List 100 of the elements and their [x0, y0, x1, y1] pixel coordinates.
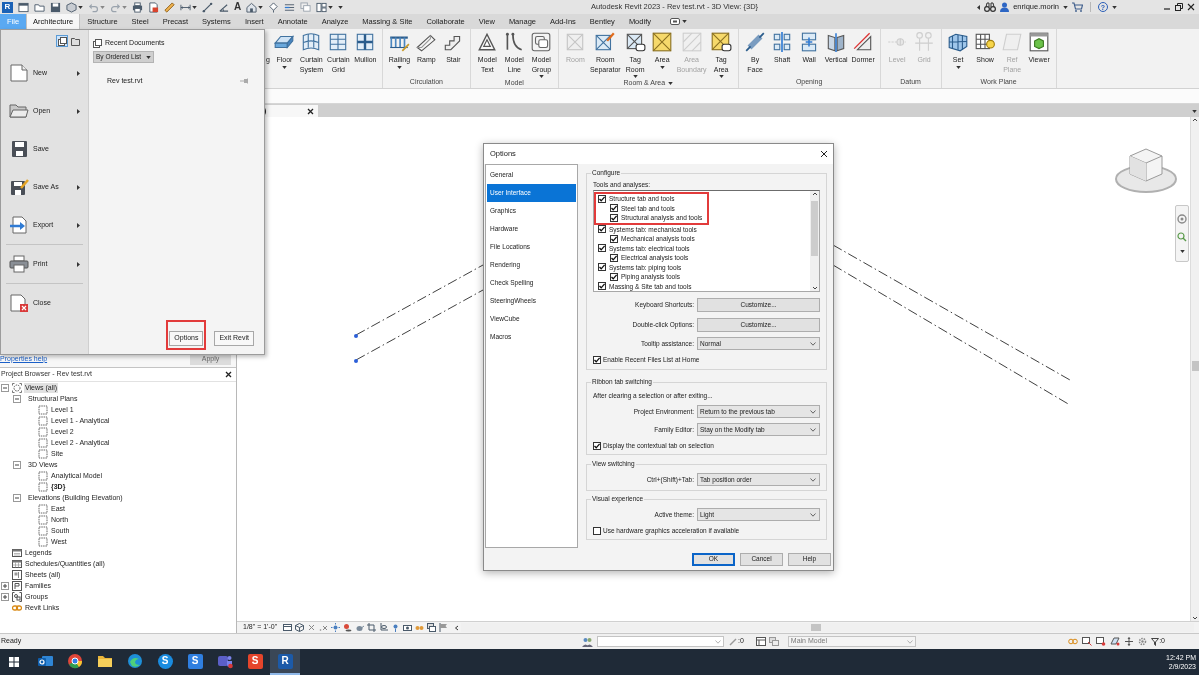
collapse-icon[interactable]	[13, 493, 21, 502]
printer-icon[interactable]	[132, 1, 143, 13]
checkbox[interactable]	[610, 253, 618, 262]
chain-link-icon	[12, 602, 22, 613]
cross-icon[interactable]	[307, 623, 316, 632]
window-frame-icon[interactable]	[755, 637, 766, 646]
window-frame-icon[interactable]	[283, 623, 292, 632]
caret-icon	[1112, 5, 1117, 9]
crop-icon[interactable]	[367, 623, 376, 632]
checkbox[interactable]	[598, 194, 606, 203]
checkbox[interactable]	[593, 527, 601, 535]
crop-eye-icon[interactable]	[379, 623, 388, 632]
app-logo[interactable]: R	[2, 1, 13, 13]
close-icon[interactable]	[820, 150, 828, 158]
layers-icon[interactable]	[427, 623, 436, 632]
ball-shadow-icon[interactable]	[343, 623, 352, 632]
text-button[interactable]: A	[234, 2, 242, 12]
checkbox[interactable]	[598, 282, 606, 291]
expand-icon[interactable]	[1, 581, 9, 590]
drag-arrows-icon[interactable]	[1124, 637, 1135, 646]
scroll-up-icon[interactable]	[1192, 117, 1198, 123]
chevron-down-icon	[715, 639, 721, 644]
checkbox[interactable]	[610, 204, 618, 213]
caret-icon	[100, 5, 105, 9]
magnifier-icon[interactable]	[1177, 232, 1187, 242]
house-icon[interactable]	[246, 1, 258, 13]
window-icon[interactable]	[18, 1, 29, 13]
grip-icon[interactable]	[354, 359, 358, 363]
checkbox[interactable]	[593, 356, 601, 364]
cube-outline-icon[interactable]	[295, 623, 304, 632]
pin-drop-icon[interactable]	[391, 623, 400, 632]
taskbar-app[interactable]: S	[240, 649, 270, 675]
teapot-icon[interactable]	[355, 623, 364, 632]
caret-icon	[258, 5, 264, 9]
plane-icon	[1001, 31, 1024, 53]
table-icon	[12, 558, 22, 569]
collapse-icon[interactable]	[13, 460, 21, 469]
flag-icon[interactable]	[439, 623, 448, 632]
checkbox[interactable]	[598, 225, 606, 234]
close-icon[interactable]	[1187, 3, 1195, 11]
binoculars-icon[interactable]	[984, 2, 997, 12]
scrollbar-thumb[interactable]	[811, 201, 818, 256]
scroll-down-icon[interactable]	[811, 285, 818, 291]
lines-icon[interactable]	[284, 1, 296, 13]
ruler-icon[interactable]	[164, 1, 175, 13]
diagonal-line-icon[interactable]	[202, 1, 213, 13]
scroll-up-icon[interactable]	[811, 191, 818, 197]
comma-cross-icon[interactable]	[319, 623, 328, 632]
page-icon	[38, 536, 48, 547]
user-icon[interactable]	[1000, 2, 1010, 12]
close-icon[interactable]	[225, 371, 232, 378]
hexagon-icon[interactable]	[66, 1, 77, 13]
taskbar-app[interactable]: S	[180, 649, 210, 675]
diamond-icon[interactable]	[268, 1, 280, 13]
cart-icon[interactable]	[1072, 2, 1083, 12]
tiled-windows-icon[interactable]	[316, 1, 328, 13]
checkbox[interactable]	[593, 442, 601, 450]
collapse-icon[interactable]	[1, 383, 9, 392]
panel-toggle-icon[interactable]	[669, 18, 680, 25]
page-export-icon[interactable]	[148, 1, 159, 13]
folder-icon[interactable]	[34, 1, 45, 13]
page-icon	[38, 503, 48, 514]
expand-icon[interactable]	[1, 592, 9, 601]
checkbox[interactable]	[610, 272, 618, 281]
collapse-icon[interactable]	[13, 394, 21, 403]
page-icon	[38, 415, 48, 426]
scrollbar-thumb[interactable]	[1191, 361, 1199, 371]
dotted-ring-icon[interactable]	[1138, 637, 1148, 646]
chevron-down-icon	[810, 341, 816, 346]
caret-icon	[78, 5, 83, 9]
grip-icon[interactable]	[354, 334, 358, 338]
checkbox[interactable]	[598, 244, 606, 253]
ring-icon[interactable]	[1177, 214, 1187, 224]
documents-icon	[93, 38, 102, 48]
view-mode-button[interactable]	[56, 35, 68, 47]
taskbar-app[interactable]: R	[270, 649, 300, 675]
area-icon	[651, 31, 674, 53]
table-icon	[12, 547, 22, 558]
page-arrow-icon	[9, 216, 29, 234]
close-icon[interactable]	[307, 107, 314, 115]
checkbox[interactable]	[610, 234, 618, 243]
checkbox[interactable]	[610, 213, 618, 222]
filter-icon[interactable]	[1151, 637, 1160, 646]
angle-icon[interactable]	[218, 1, 229, 13]
view-mode-button[interactable]	[69, 35, 81, 47]
camera-icon[interactable]	[403, 623, 412, 632]
checkbox[interactable]	[598, 263, 606, 272]
people-icon	[217, 653, 233, 669]
tag-icon	[624, 31, 647, 53]
taskbar-app[interactable]: S	[150, 649, 180, 675]
people-icon[interactable]	[582, 636, 593, 647]
page-cross-icon	[9, 294, 29, 312]
scrollbar-thumb[interactable]	[811, 624, 821, 631]
sun-icon[interactable]	[331, 623, 340, 632]
page-icon	[38, 470, 48, 481]
app-logo: S	[157, 653, 173, 669]
scroll-down-icon[interactable]	[1192, 615, 1198, 621]
caret-icon	[192, 5, 197, 9]
restore-icon[interactable]	[1175, 3, 1183, 11]
scroll-left-icon[interactable]	[454, 624, 459, 631]
